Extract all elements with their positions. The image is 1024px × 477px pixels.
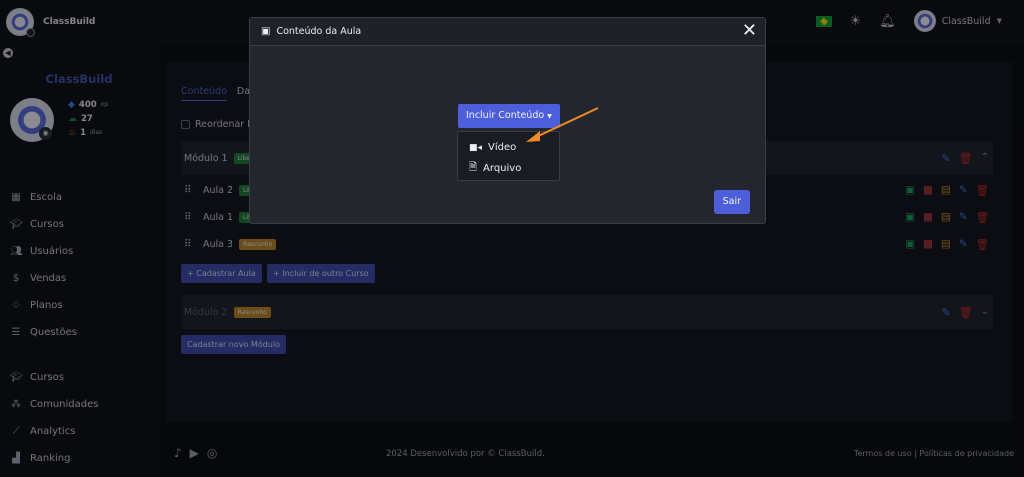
modal-title: Conteúdo da Aula: [276, 26, 362, 37]
close-icon[interactable]: ✕: [742, 22, 757, 40]
video-camera-icon: ■◂: [469, 142, 483, 153]
exit-button[interactable]: Sair: [713, 190, 750, 214]
file-pdf-icon: 🗎︎: [469, 162, 478, 173]
content-modal: ▣ Conteúdo da Aula ✕ Incluir Conteúdo ▼ …: [249, 17, 766, 224]
dropdown-item-label: Arquivo: [483, 163, 522, 174]
dropdown-item-label: Vídeo: [488, 142, 517, 153]
modal-header: ▣ Conteúdo da Aula: [250, 18, 765, 46]
dropdown-item-arquivo[interactable]: 🗎︎ Arquivo: [458, 158, 559, 179]
annotation-arrow-icon: [526, 107, 599, 142]
page: ClassBuild ☀ 🔔︎ ClassBuild ▼ ◀ ClassBuil…: [0, 0, 1024, 477]
layers-icon: ▣: [261, 26, 271, 37]
